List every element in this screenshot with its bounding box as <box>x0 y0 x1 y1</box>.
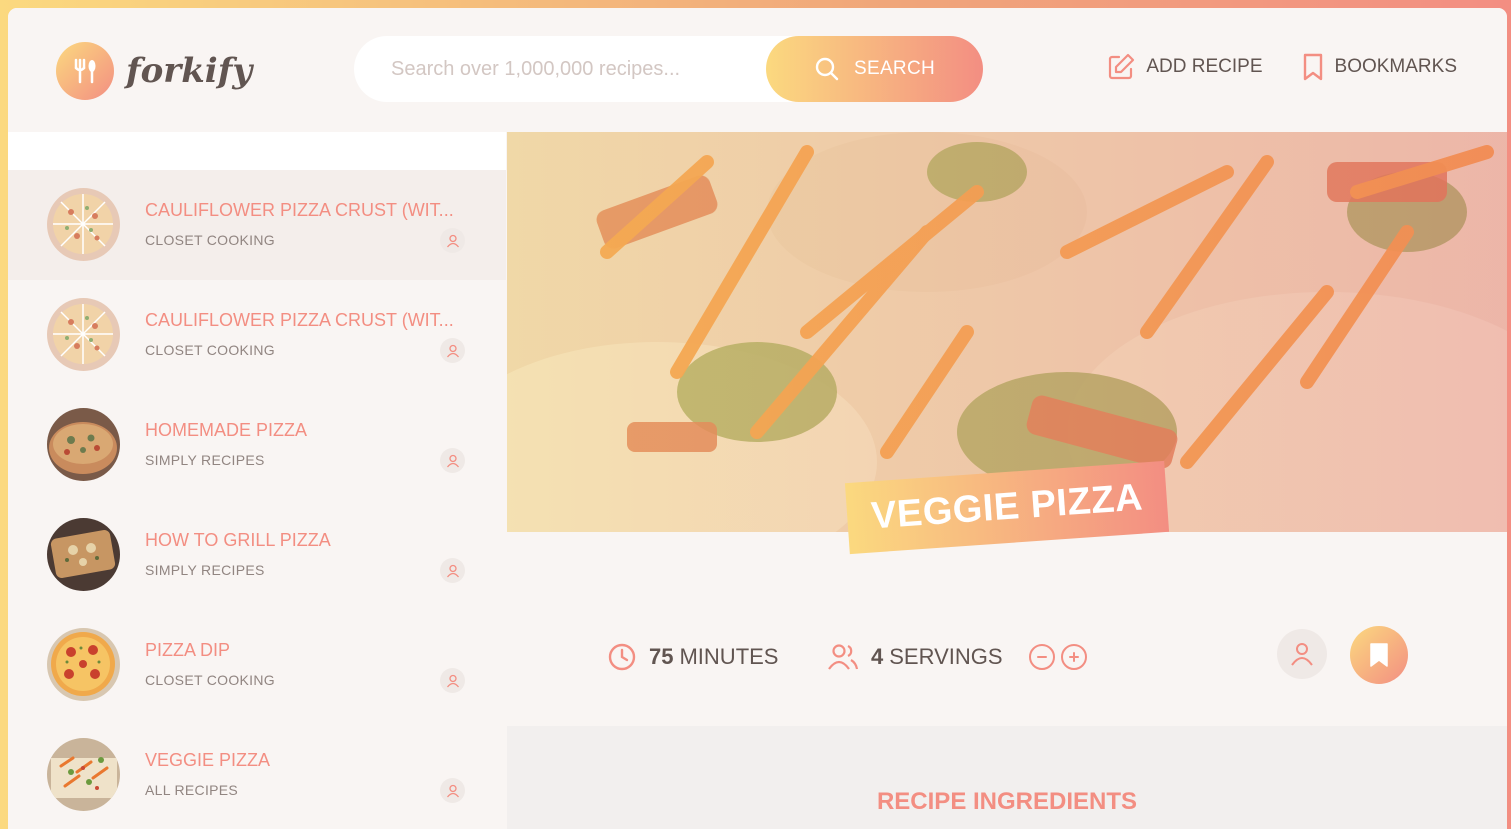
search-form: SEARCH <box>354 36 983 102</box>
list-item[interactable]: VEGGIE PIZZA ALL RECIPES <box>8 720 506 829</box>
list-item[interactable]: HOMEMADE PIZZA SIMPLY RECIPES <box>8 390 506 500</box>
add-recipe-label: ADD RECIPE <box>1146 56 1263 77</box>
fork-knife-icon <box>56 42 114 100</box>
plus-icon <box>1068 652 1079 662</box>
bookmarks-label: BOOKMARKS <box>1334 56 1457 77</box>
preview-publisher: CLOSET COOKING <box>145 232 275 248</box>
minus-icon <box>1036 656 1047 658</box>
recipe-thumbnail <box>47 738 120 811</box>
edit-icon <box>1109 53 1135 80</box>
preview-publisher: SIMPLY RECIPES <box>145 452 265 468</box>
preview-publisher: CLOSET COOKING <box>145 672 275 688</box>
servings-unit: SERVINGS <box>889 644 1003 669</box>
recipe-cooking-time: 75 MINUTES <box>607 642 778 672</box>
logo[interactable]: forkify <box>56 42 252 100</box>
preview-title: CAULIFLOWER PIZZA CRUST (WIT... <box>145 310 454 330</box>
recipe-view: VEGGIE PIZZA 75 MINUTES 4 SERVINGS RECIP… <box>507 132 1507 829</box>
preview-title: CAULIFLOWER PIZZA CRUST (WIT... <box>145 200 454 220</box>
list-item[interactable]: HOW TO GRILL PIZZA SIMPLY RECIPES <box>8 500 506 610</box>
user-generated-icon <box>440 668 465 693</box>
servings-controls <box>1028 644 1087 670</box>
search-icon <box>815 57 839 81</box>
user-generated-icon <box>1277 629 1327 679</box>
search-button-label: SEARCH <box>854 58 935 79</box>
recipe-servings: 4 SERVINGS <box>827 642 1087 672</box>
logo-text: forkify <box>126 51 253 91</box>
header: forkify SEARCH ADD RECIPE <box>8 8 1507 132</box>
user-generated-icon <box>440 558 465 583</box>
list-item[interactable]: CAULIFLOWER PIZZA CRUST (WIT... CLOSET C… <box>8 280 506 390</box>
preview-title: PIZZA DIP <box>145 640 231 660</box>
user-generated-icon <box>440 338 465 363</box>
bookmarks-button[interactable]: BOOKMARKS <box>1301 52 1457 82</box>
results-list: CAULIFLOWER PIZZA CRUST (WIT... CLOSET C… <box>8 170 506 829</box>
recipe-thumbnail <box>47 628 120 701</box>
bookmark-fill-icon <box>1370 643 1388 667</box>
recipe-thumbnail <box>47 298 120 371</box>
user-generated-icon <box>440 778 465 803</box>
search-results: CAULIFLOWER PIZZA CRUST (WIT... CLOSET C… <box>8 132 506 829</box>
search-input[interactable] <box>391 57 791 81</box>
preview-title: VEGGIE PIZZA <box>145 750 271 770</box>
search-button[interactable]: SEARCH <box>766 36 983 102</box>
increase-servings-button[interactable] <box>1060 644 1087 670</box>
bookmark-recipe-button[interactable] <box>1350 626 1408 684</box>
bookmark-icon <box>1303 53 1322 81</box>
ingredients-heading: RECIPE INGREDIENTS <box>876 788 1138 815</box>
preview-title: HOW TO GRILL PIZZA <box>145 530 331 550</box>
app-container: forkify SEARCH ADD RECIPE <box>8 8 1507 829</box>
user-generated-icon <box>440 448 465 473</box>
list-item[interactable]: CAULIFLOWER PIZZA CRUST (WIT... CLOSET C… <box>8 170 506 280</box>
cooking-time-unit: MINUTES <box>679 644 779 669</box>
list-item[interactable]: PIZZA DIP CLOSET COOKING <box>8 610 506 720</box>
preview-publisher: ALL RECIPES <box>145 782 239 798</box>
cooking-time-value: 75 <box>649 644 674 669</box>
recipe-thumbnail <box>47 518 120 591</box>
decrease-servings-button[interactable] <box>1028 644 1055 670</box>
add-recipe-button[interactable]: ADD RECIPE <box>1106 52 1263 82</box>
nav: ADD RECIPE BOOKMARKS <box>1106 52 1457 82</box>
preview-title: HOMEMADE PIZZA <box>145 420 308 440</box>
recipe-ingredients: RECIPE INGREDIENTS <box>507 726 1507 829</box>
user-generated-icon <box>440 228 465 253</box>
clock-icon <box>608 643 636 671</box>
recipe-thumbnail <box>47 408 120 481</box>
servings-value: 4 <box>871 644 884 669</box>
recipe-thumbnail <box>47 188 120 261</box>
preview-publisher: CLOSET COOKING <box>145 342 275 358</box>
preview-publisher: SIMPLY RECIPES <box>145 562 265 578</box>
users-icon <box>828 644 859 670</box>
